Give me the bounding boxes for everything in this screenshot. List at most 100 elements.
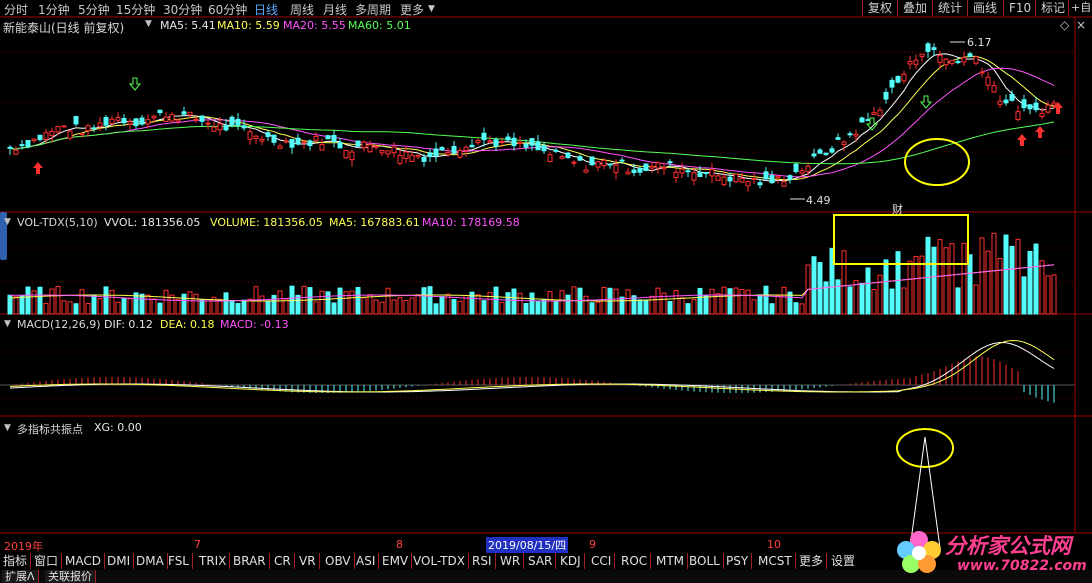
watermark-url: www.70822.com: [957, 558, 1087, 574]
volume-bar: [859, 282, 865, 315]
tab-dmi[interactable]: DMI: [104, 553, 135, 569]
candle-body: [637, 167, 643, 173]
tab-psy[interactable]: PSY: [723, 553, 753, 569]
buy-arrow-icon: [1035, 126, 1045, 138]
candle-body: [775, 175, 781, 179]
tab-brar[interactable]: BRAR: [230, 553, 270, 569]
candle-body: [577, 156, 583, 161]
volume-bar: [895, 251, 901, 315]
tab-obv[interactable]: OBV: [322, 553, 355, 569]
candle-body: [187, 111, 193, 116]
candle-body: [697, 172, 703, 178]
candle-body: [949, 59, 955, 64]
candle-body: [787, 175, 793, 180]
candle-body: [295, 137, 301, 145]
candle-body: [841, 141, 847, 146]
ma20-line: [9, 67, 1055, 178]
candle-body: [247, 131, 253, 140]
tab-macd[interactable]: MACD: [62, 553, 105, 569]
tab-mcst[interactable]: MCST: [755, 553, 796, 569]
tab-fsl[interactable]: FSL: [165, 553, 193, 569]
tab-more[interactable]: 更多: [796, 553, 828, 569]
tab-indicator[interactable]: 指标: [0, 553, 32, 569]
volume-bar: [313, 301, 319, 315]
volume-bar: [667, 300, 673, 315]
tab-cr[interactable]: CR: [271, 553, 295, 569]
volume-bar: [487, 291, 493, 315]
tab-roc[interactable]: ROC: [618, 553, 652, 569]
tab-trix[interactable]: TRIX: [196, 553, 231, 569]
timeline-month-9: 9: [589, 538, 596, 551]
volume-bar: [265, 300, 271, 315]
expand-button[interactable]: 扩展Λ: [2, 570, 39, 583]
diamond-icon[interactable]: ◇: [1060, 18, 1069, 32]
volume-bar: [433, 303, 439, 315]
volume-bar: [835, 279, 841, 315]
volume-bar: [49, 288, 55, 315]
candle-body: [601, 159, 607, 167]
candle-body: [241, 125, 247, 129]
tab-emv[interactable]: EMV: [379, 553, 413, 569]
tab-rsi[interactable]: RSI: [469, 553, 496, 569]
high-price-label: 6.17: [967, 36, 992, 49]
tab-window[interactable]: 窗口: [31, 553, 63, 569]
candle-body: [157, 109, 163, 114]
candle-body: [235, 118, 241, 126]
tab-settings[interactable]: 设置: [828, 553, 858, 569]
candle-body: [835, 137, 841, 140]
volume-bar: [145, 294, 151, 315]
candle-body: [253, 135, 259, 139]
volume-bar: [37, 286, 43, 315]
volume-bar: [1021, 276, 1027, 315]
volume-bar: [913, 256, 919, 315]
xg-menu-chevron-icon[interactable]: ▼: [4, 423, 11, 433]
candle-body: [259, 138, 265, 142]
tab-cci[interactable]: CCI: [588, 553, 616, 569]
close-panel-icon[interactable]: ×: [1076, 18, 1086, 32]
candle-body: [799, 170, 805, 174]
volume-bar: [853, 279, 859, 315]
volume-bar: [349, 290, 355, 315]
vol-menu-chevron-icon[interactable]: ▼: [4, 217, 11, 227]
candle-body: [115, 117, 121, 121]
volume-bar: [865, 267, 871, 315]
tab-mtm[interactable]: MTM: [653, 553, 689, 569]
volume-bar: [31, 290, 37, 315]
volume-bar: [439, 295, 445, 315]
macd-menu-chevron-icon[interactable]: ▼: [4, 319, 11, 329]
candle-body: [523, 143, 529, 148]
volume-bar: [163, 289, 169, 315]
tab-kdj[interactable]: KDJ: [557, 553, 585, 569]
finance-annotation: 财: [892, 203, 903, 216]
volume-bar: [61, 300, 67, 315]
candle-body: [859, 117, 865, 123]
tab-dma[interactable]: DMA: [133, 553, 168, 569]
stock-title: 新能泰山(日线 前复权): [3, 21, 125, 35]
stock-chart[interactable]: [0, 0, 1092, 583]
volume-bar: [823, 281, 829, 315]
tab-asi[interactable]: ASI: [353, 553, 380, 569]
tab-wr[interactable]: WR: [497, 553, 525, 569]
tab-sar[interactable]: SAR: [525, 553, 557, 569]
tab-vol-tdx[interactable]: VOL-TDX: [410, 553, 469, 569]
candle-body: [211, 126, 217, 132]
candle-body: [379, 150, 385, 154]
candlestick-series: [7, 41, 1057, 192]
candle-body: [943, 58, 949, 66]
candle-body: [571, 161, 577, 164]
volume-bar: [943, 247, 949, 315]
volume-bar: [553, 301, 559, 315]
candle-body: [967, 53, 973, 57]
tab-vr[interactable]: VR: [296, 553, 320, 569]
candle-body: [37, 134, 43, 141]
candle-body: [901, 73, 907, 82]
xg-value: XG: 0.00: [94, 421, 142, 434]
candle-body: [709, 169, 715, 177]
ma-menu-chevron-icon[interactable]: ▼: [145, 19, 152, 29]
tab-boll[interactable]: BOLL: [686, 553, 724, 569]
candle-body: [913, 59, 919, 65]
volume-bar: [13, 296, 19, 315]
volume-bar: [961, 242, 967, 315]
indicator-tab-bar: 指标 窗口 MACD DMI DMA FSL TRIX BRAR CR VR O…: [0, 553, 860, 569]
related-quotes-button[interactable]: 关联报价: [45, 570, 96, 583]
